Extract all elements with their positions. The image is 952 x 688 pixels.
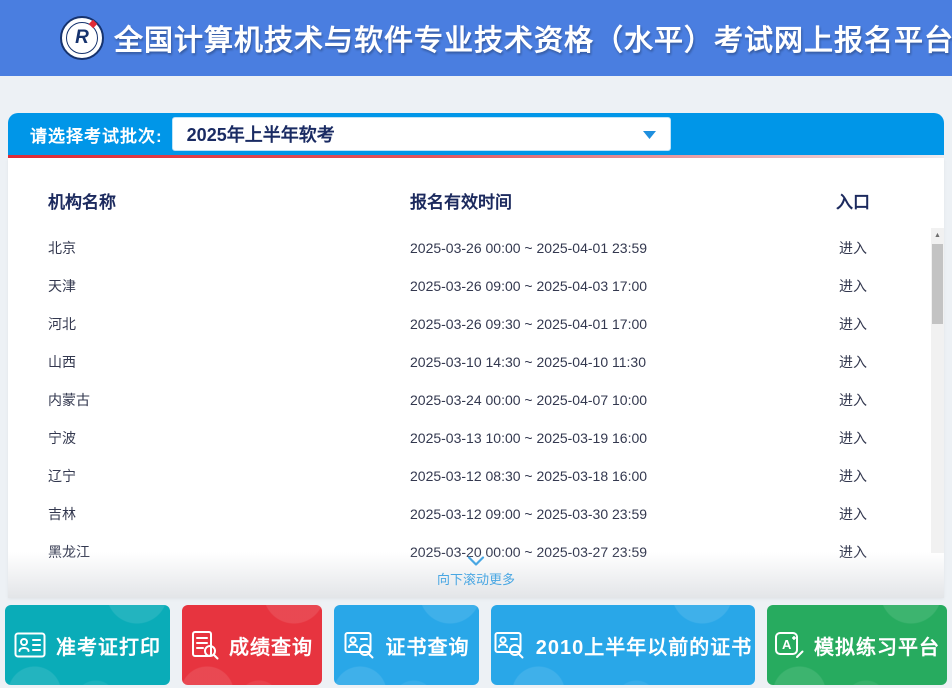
org-name: 天津	[48, 276, 410, 296]
scrollbar-thumb[interactable]	[932, 244, 943, 324]
scrollbar-up-arrow-icon[interactable]: ▲	[931, 228, 944, 243]
table-row: 河北 2025-03-26 09:30 ~ 2025-04-01 17:00 进…	[8, 305, 944, 343]
enter-link[interactable]: 进入	[839, 276, 867, 296]
org-name: 吉林	[48, 504, 410, 524]
chevron-down-icon	[467, 556, 485, 566]
scroll-more-label: 向下滚动更多	[437, 569, 515, 588]
valid-time: 2025-03-10 14:30 ~ 2025-04-10 11:30	[410, 354, 762, 370]
table-rows: 北京 2025-03-26 00:00 ~ 2025-04-01 23:59 进…	[8, 229, 944, 558]
score-query-button[interactable]: 成绩查询	[182, 605, 322, 685]
enter-link[interactable]: 进入	[839, 390, 867, 410]
column-header-org: 机构名称	[48, 188, 410, 213]
app-header: R 全国计算机技术与软件专业技术资格（水平）考试网上报名平台	[0, 0, 952, 76]
valid-time: 2025-03-12 08:30 ~ 2025-03-18 16:00	[410, 468, 762, 484]
table-row: 天津 2025-03-26 09:00 ~ 2025-04-03 17:00 进…	[8, 267, 944, 305]
enter-link[interactable]: 进入	[839, 428, 867, 448]
admission-card-icon	[14, 632, 46, 658]
table-row: 宁波 2025-03-13 10:00 ~ 2025-03-19 16:00 进…	[8, 419, 944, 457]
enter-link[interactable]: 进入	[839, 352, 867, 372]
certificate-search-icon	[344, 631, 376, 659]
org-name: 内蒙古	[48, 390, 410, 410]
valid-time: 2025-03-26 00:00 ~ 2025-04-01 23:59	[410, 240, 762, 256]
practice-platform-button[interactable]: A 模拟练习平台	[767, 605, 947, 685]
batch-select-dropdown[interactable]: 2025年上半年软考	[172, 117, 671, 151]
org-name: 宁波	[48, 428, 410, 448]
scrollbar[interactable]: ▲	[931, 228, 944, 553]
button-label: 准考证打印	[56, 631, 161, 660]
org-name: 北京	[48, 238, 410, 258]
button-label: 模拟练习平台	[814, 631, 940, 660]
enter-link[interactable]: 进入	[839, 314, 867, 334]
footer-toolbar: 准考证打印 成绩查询 证书查询	[0, 605, 952, 685]
enter-link[interactable]: 进入	[839, 466, 867, 486]
practice-icon: A	[774, 630, 804, 660]
score-search-icon	[191, 630, 219, 660]
chevron-down-icon	[643, 130, 656, 139]
valid-time: 2025-03-12 09:00 ~ 2025-03-30 23:59	[410, 506, 762, 522]
batch-selector-bar: 请选择考试批次: 2025年上半年软考	[8, 113, 944, 155]
table-row: 辽宁 2025-03-12 08:30 ~ 2025-03-18 16:00 进…	[8, 457, 944, 495]
certificate-search-icon	[494, 631, 526, 659]
batch-selector-label: 请选择考试批次:	[30, 122, 163, 147]
table-row: 山西 2025-03-10 14:30 ~ 2025-04-10 11:30 进…	[8, 343, 944, 381]
valid-time: 2025-03-26 09:30 ~ 2025-04-01 17:00	[410, 316, 762, 332]
scroll-more-area[interactable]: 向下滚动更多	[8, 552, 944, 598]
org-name: 河北	[48, 314, 410, 334]
page-title: 全国计算机技术与软件专业技术资格（水平）考试网上报名平台	[114, 17, 952, 59]
site-logo-icon: R	[60, 16, 104, 60]
table-row: 内蒙古 2025-03-24 00:00 ~ 2025-04-07 10:00 …	[8, 381, 944, 419]
batch-select-value: 2025年上半年软考	[187, 121, 643, 147]
enter-link[interactable]: 进入	[839, 238, 867, 258]
admission-ticket-print-button[interactable]: 准考证打印	[5, 605, 170, 685]
main-content: 请选择考试批次: 2025年上半年软考 机构名称 报名有效时间 入口 北京 20…	[8, 113, 944, 598]
column-header-time: 报名有效时间	[410, 188, 762, 213]
button-label: 成绩查询	[229, 631, 313, 660]
valid-time: 2025-03-24 00:00 ~ 2025-04-07 10:00	[410, 392, 762, 408]
enter-link[interactable]: 进入	[839, 504, 867, 524]
org-name: 山西	[48, 352, 410, 372]
certificate-query-button[interactable]: 证书查询	[334, 605, 479, 685]
table-header-row: 机构名称 报名有效时间 入口	[8, 158, 944, 229]
org-name: 辽宁	[48, 466, 410, 486]
table-row: 吉林 2025-03-12 09:00 ~ 2025-03-30 23:59 进…	[8, 495, 944, 533]
button-label: 证书查询	[386, 631, 470, 660]
table-row: 北京 2025-03-26 00:00 ~ 2025-04-01 23:59 进…	[8, 229, 944, 267]
valid-time: 2025-03-26 09:00 ~ 2025-04-03 17:00	[410, 278, 762, 294]
button-label: 2010上半年以前的证书	[536, 631, 753, 660]
registration-table-panel: 机构名称 报名有效时间 入口 北京 2025-03-26 00:00 ~ 202…	[8, 158, 944, 598]
valid-time: 2025-03-13 10:00 ~ 2025-03-19 16:00	[410, 430, 762, 446]
column-header-entry: 入口	[836, 188, 870, 213]
pre-2010-certificate-button[interactable]: 2010上半年以前的证书	[491, 605, 755, 685]
svg-text:A: A	[782, 637, 792, 652]
